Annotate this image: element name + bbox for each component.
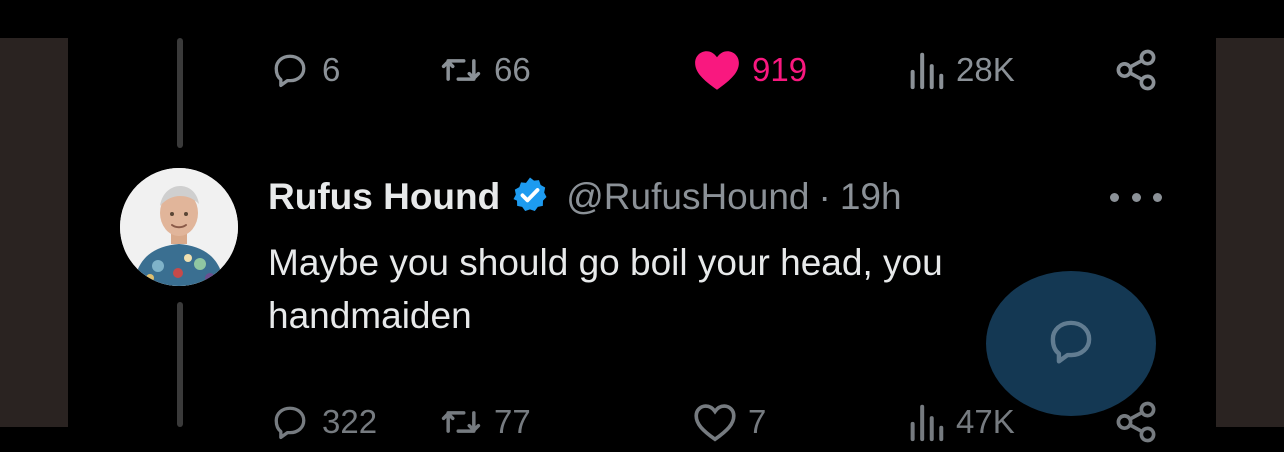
bar-chart-icon [906, 49, 946, 91]
views-count: 47K [956, 403, 1015, 440]
more-dots-icon[interactable] [1110, 184, 1162, 210]
reply-button[interactable]: 322 [268, 392, 377, 452]
user-handle[interactable]: @RufusHound [566, 176, 809, 218]
like-button[interactable]: 919 [692, 40, 807, 100]
retweet-icon [438, 400, 484, 444]
parent-tweet-action-bar: 6 66 919 28K [268, 40, 1168, 100]
reply-icon [268, 48, 312, 92]
retweet-icon [438, 48, 484, 92]
right-margin-panel [1216, 38, 1284, 427]
views-button[interactable]: 28K [906, 40, 1015, 100]
compose-reply-button[interactable] [986, 271, 1156, 416]
heart-icon [692, 47, 742, 93]
views-count: 28K [956, 51, 1015, 88]
compose-reply-icon [1042, 312, 1100, 375]
retweet-count: 77 [494, 403, 531, 440]
tweet-header: Rufus Hound @RufusHound · 19h [268, 172, 902, 222]
like-button[interactable]: 7 [692, 392, 766, 452]
views-button[interactable]: 47K [906, 392, 1015, 452]
retweet-count: 66 [494, 51, 531, 88]
display-name[interactable]: Rufus Hound [268, 176, 500, 218]
share-icon [1113, 47, 1159, 93]
reply-count: 6 [322, 51, 341, 88]
retweet-button[interactable]: 77 [438, 392, 531, 452]
share-icon [1113, 399, 1159, 445]
thread-line-upper [177, 38, 183, 148]
like-count: 7 [748, 403, 767, 440]
reply-button[interactable]: 6 [268, 40, 340, 100]
heart-icon [692, 400, 738, 444]
thread-line-lower [177, 302, 183, 427]
verified-badge-icon [510, 175, 550, 220]
left-margin-panel [0, 38, 68, 427]
avatar-photo [120, 168, 238, 286]
timestamp[interactable]: 19h [840, 176, 902, 218]
retweet-button[interactable]: 66 [438, 40, 531, 100]
reply-icon [268, 400, 312, 444]
share-button[interactable] [1113, 40, 1159, 100]
like-count: 919 [752, 51, 808, 88]
reply-count: 322 [322, 403, 378, 440]
separator-dot: · [818, 176, 831, 217]
avatar[interactable] [120, 168, 238, 286]
bar-chart-icon [906, 401, 946, 443]
